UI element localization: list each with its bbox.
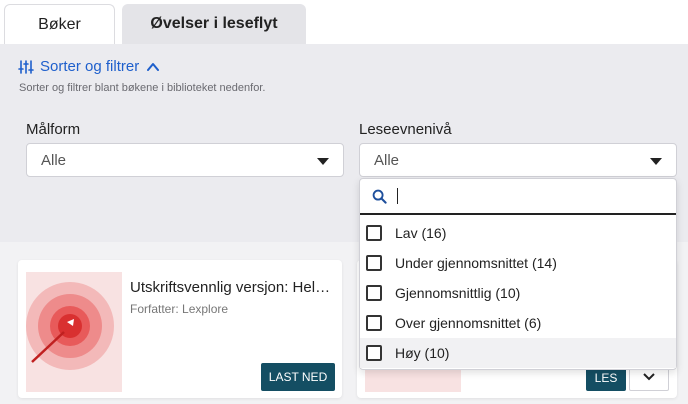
checkbox[interactable] [366, 225, 382, 241]
malform-label: Målform [26, 121, 81, 138]
checkbox[interactable] [366, 285, 382, 301]
checkbox[interactable] [366, 315, 382, 331]
sliders-icon [18, 59, 34, 74]
checkbox[interactable] [366, 345, 382, 361]
malform-select[interactable]: Alle [26, 143, 344, 177]
text-cursor [397, 188, 398, 204]
tab-bar: Bøker Øvelser i leseflyt [0, 0, 688, 44]
sort-filter-label: Sorter og filtrer [40, 58, 140, 75]
book-title: Utskriftsvennlig versjon: Hele rø... [130, 279, 336, 296]
caret-down-icon [650, 158, 662, 165]
option-label: Under gjennomsnittet (14) [395, 255, 557, 271]
checkbox[interactable] [366, 255, 382, 271]
option-lav[interactable]: Lav (16) [360, 218, 676, 248]
option-label: Lav (16) [395, 225, 447, 241]
leseevne-dropdown: Lav (16) Under gjennomsnittet (14) Gjenn… [359, 178, 677, 370]
tab-label: Øvelser i leseflyt [150, 15, 278, 32]
dropdown-search[interactable] [360, 179, 676, 215]
book-cover [26, 272, 122, 392]
download-button[interactable]: LAST NED [261, 363, 335, 391]
leseevne-label: Leseevnenivå [359, 121, 452, 138]
tab-ovelser-i-leseflyt[interactable]: Øvelser i leseflyt [122, 4, 306, 44]
malform-value: Alle [41, 151, 67, 169]
rocket-target-icon [26, 282, 114, 370]
option-label: Over gjennomsnittet (6) [395, 315, 542, 331]
leseevne-value: Alle [374, 151, 400, 169]
book-card[interactable]: Utskriftsvennlig versjon: Hele rø... For… [18, 260, 342, 398]
sort-filter-toggle[interactable]: Sorter og filtrer [18, 58, 160, 75]
book-author: Forfatter: Lexplore [130, 302, 229, 316]
caret-down-icon [317, 158, 329, 165]
option-label: Høy (10) [395, 345, 450, 361]
search-icon [372, 189, 387, 204]
option-hoy[interactable]: Høy (10) [360, 338, 676, 368]
chevron-down-icon [643, 373, 655, 381]
chevron-up-icon [147, 62, 160, 71]
option-under-gjennomsnittet[interactable]: Under gjennomsnittet (14) [360, 248, 676, 278]
option-gjennomsnittlig[interactable]: Gjennomsnittlig (10) [360, 278, 676, 308]
option-over-gjennomsnittet[interactable]: Over gjennomsnittet (6) [360, 308, 676, 338]
filter-hint: Sorter og filtrer blant bøkene i bibliot… [19, 82, 266, 94]
tab-label: Bøker [38, 15, 81, 33]
leseevne-select[interactable]: Alle [359, 143, 677, 177]
option-label: Gjennomsnittlig (10) [395, 285, 521, 301]
tab-boker[interactable]: Bøker [4, 4, 115, 44]
